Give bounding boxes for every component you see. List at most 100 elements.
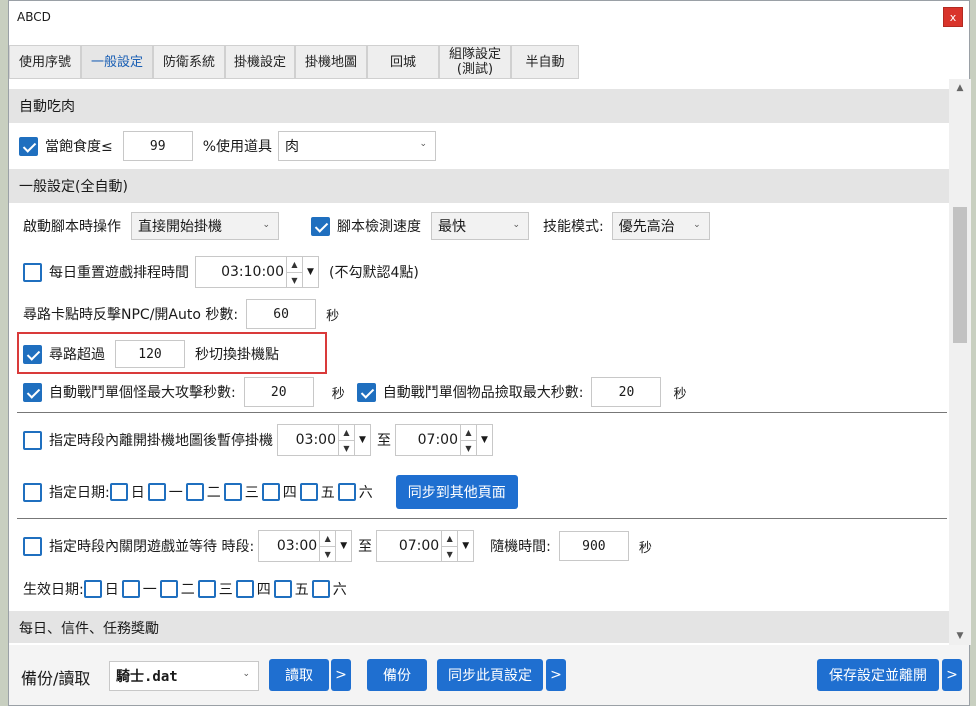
close-from-value[interactable]: 03:00 xyxy=(258,530,321,562)
daily-reset-time-value[interactable]: 03:10:00 xyxy=(195,256,287,288)
loot-label: 自動戰鬥單個物品撿取最大秒數: xyxy=(382,385,584,401)
tab-defense[interactable]: 防衛系統 xyxy=(153,45,225,79)
close-button[interactable]: x xyxy=(943,7,963,27)
day-label: 二 xyxy=(180,582,195,598)
pause-from-picker[interactable]: 03:00 ▲ ▼ ▼ xyxy=(277,424,371,456)
tab-serial[interactable]: 使用序號 xyxy=(9,45,81,79)
pause-checkbox[interactable] xyxy=(23,430,42,450)
effective-day-checkbox-thu[interactable] xyxy=(235,580,254,598)
pause-label: 指定時段內離開掛機地圖後暫停掛機 xyxy=(49,433,273,449)
chevron-down-icon[interactable]: ▼ xyxy=(336,530,353,562)
read-button[interactable]: 讀取 xyxy=(269,659,329,691)
pause-from-value[interactable]: 03:00 xyxy=(277,424,339,456)
sync-page-button[interactable]: 同步此頁設定 xyxy=(437,659,543,691)
sync-more-button[interactable]: > xyxy=(546,659,566,691)
time-stepper[interactable]: ▲ ▼ xyxy=(320,530,337,562)
tab-semi-auto[interactable]: 半自動 xyxy=(511,45,579,79)
loot-seconds-input[interactable]: 20 xyxy=(591,377,662,407)
down-arrow-icon[interactable]: ▼ xyxy=(320,547,335,562)
effective-day-checkbox-sun[interactable] xyxy=(83,580,102,598)
satiety-input[interactable]: 99 xyxy=(122,131,193,161)
day-checkbox-mon[interactable] xyxy=(147,483,166,501)
random-seconds-input[interactable]: 900 xyxy=(558,531,629,561)
fight-seconds-input[interactable]: 20 xyxy=(243,377,314,407)
chevron-down-icon: ⌄ xyxy=(512,220,520,230)
startup-select[interactable]: 直接開始掛機 ⌄ xyxy=(131,212,279,240)
skill-mode-select[interactable]: 優先高治 ⌄ xyxy=(611,212,710,240)
chevron-down-icon[interactable]: ▼ xyxy=(355,424,371,456)
day-checkbox-wed[interactable] xyxy=(223,483,242,501)
read-more-button[interactable]: > xyxy=(331,659,351,691)
up-arrow-icon[interactable]: ▲ xyxy=(339,425,354,441)
up-arrow-icon[interactable]: ▲ xyxy=(287,257,302,273)
startup-value: 直接開始掛機 xyxy=(138,219,222,235)
effective-day-checkbox-wed[interactable] xyxy=(197,580,216,598)
scroll-thumb[interactable] xyxy=(953,207,967,343)
detect-speed-checkbox[interactable] xyxy=(311,216,330,236)
stuck-label: 尋路卡點時反擊NPC/開Auto 秒數: xyxy=(23,307,239,323)
detect-speed-select[interactable]: 最快 ⌄ xyxy=(431,212,529,240)
day-label: 二 xyxy=(206,485,221,501)
day-checkbox-sat[interactable] xyxy=(337,483,356,501)
up-arrow-icon[interactable]: ▲ xyxy=(442,531,458,547)
effective-date-row: 生效日期: 日 一 二 三 四 五 六 xyxy=(23,577,350,601)
skill-mode-value: 優先高治 xyxy=(618,219,675,235)
up-arrow-icon[interactable]: ▲ xyxy=(461,425,476,441)
daily-reset-time-picker[interactable]: 03:10:00 ▲ ▼ ▼ xyxy=(195,256,319,288)
loot-checkbox[interactable] xyxy=(356,382,376,402)
tab-party[interactable]: 組隊設定 (測試) xyxy=(439,45,511,79)
close-game-checkbox[interactable] xyxy=(23,536,42,556)
down-arrow-icon[interactable]: ▼ xyxy=(339,441,354,456)
effective-day-checkbox-mon[interactable] xyxy=(121,580,140,598)
chevron-down-icon[interactable]: ▼ xyxy=(477,424,493,456)
path-timeout-input[interactable]: 120 xyxy=(115,340,185,368)
chevron-down-icon: ⌄ xyxy=(419,139,428,149)
scroll-down-icon[interactable]: ▼ xyxy=(949,627,971,645)
day-checkbox-thu[interactable] xyxy=(261,483,280,501)
effective-day-checkbox-fri[interactable] xyxy=(273,580,292,598)
day-checkbox-sun[interactable] xyxy=(109,483,128,501)
chevron-down-icon[interactable]: ▼ xyxy=(303,256,319,288)
down-arrow-icon[interactable]: ▼ xyxy=(287,273,302,288)
pause-row: 指定時段內離開掛機地圖後暫停掛機 03:00 ▲ ▼ ▼ 至 07:00 ▲ ▼ ▼ xyxy=(23,423,493,457)
up-arrow-icon[interactable]: ▲ xyxy=(320,531,336,547)
down-arrow-icon[interactable]: ▼ xyxy=(461,441,476,456)
tab-return-town[interactable]: 回城 xyxy=(367,45,439,79)
daily-reset-checkbox[interactable] xyxy=(23,262,42,282)
time-stepper[interactable]: ▲ ▼ xyxy=(461,424,477,456)
section-general: 一般設定(全自動) xyxy=(9,169,949,203)
down-arrow-icon[interactable]: ▼ xyxy=(442,547,457,562)
stuck-seconds-input[interactable]: 60 xyxy=(246,299,317,329)
fight-checkbox[interactable] xyxy=(23,382,42,402)
tab-general[interactable]: 一般設定 xyxy=(81,45,153,79)
effective-day-checkbox-tue[interactable] xyxy=(159,580,178,598)
backup-button[interactable]: 備份 xyxy=(367,659,427,691)
food-item-select[interactable]: 肉 ⌄ xyxy=(278,131,437,161)
path-timeout-checkbox[interactable] xyxy=(23,344,42,364)
save-more-button[interactable]: > xyxy=(942,659,962,691)
scroll-up-icon[interactable]: ▲ xyxy=(949,79,971,97)
daily-reset-row: 每日重置遊戲排程時間 03:10:00 ▲ ▼ ▼ (不勾默認4點) xyxy=(23,255,419,289)
tab-afk-settings[interactable]: 掛機設定 xyxy=(225,45,295,79)
backup-file-select[interactable]: 騎士.dat ⌄ xyxy=(109,661,259,691)
pause-to-value[interactable]: 07:00 xyxy=(395,424,461,456)
day-checkbox-tue[interactable] xyxy=(185,483,204,501)
time-stepper[interactable]: ▲ ▼ xyxy=(442,530,459,562)
time-stepper[interactable]: ▲ ▼ xyxy=(287,256,303,288)
section-auto-eat: 自動吃肉 xyxy=(9,89,949,123)
effective-day-checkbox-sat[interactable] xyxy=(311,580,330,598)
auto-eat-checkbox[interactable] xyxy=(19,136,38,156)
pause-to-picker[interactable]: 07:00 ▲ ▼ ▼ xyxy=(395,424,493,456)
sync-other-pages-button[interactable]: 同步到其他頁面 xyxy=(395,475,518,509)
tab-afk-map[interactable]: 掛機地圖 xyxy=(295,45,367,79)
chevron-down-icon[interactable]: ▼ xyxy=(458,530,475,562)
date-checkbox[interactable] xyxy=(23,482,42,502)
close-to-picker[interactable]: 07:00 ▲ ▼ ▼ xyxy=(376,530,475,562)
close-to-value[interactable]: 07:00 xyxy=(376,530,443,562)
time-stepper[interactable]: ▲ ▼ xyxy=(339,424,355,456)
day-checkbox-fri[interactable] xyxy=(299,483,318,501)
vertical-scrollbar[interactable]: ▲ ▼ xyxy=(949,79,971,645)
close-from-picker[interactable]: 03:00 ▲ ▼ ▼ xyxy=(258,530,353,562)
window-title: ABCD xyxy=(17,10,51,24)
save-exit-button[interactable]: 保存設定並離開 xyxy=(817,659,939,691)
